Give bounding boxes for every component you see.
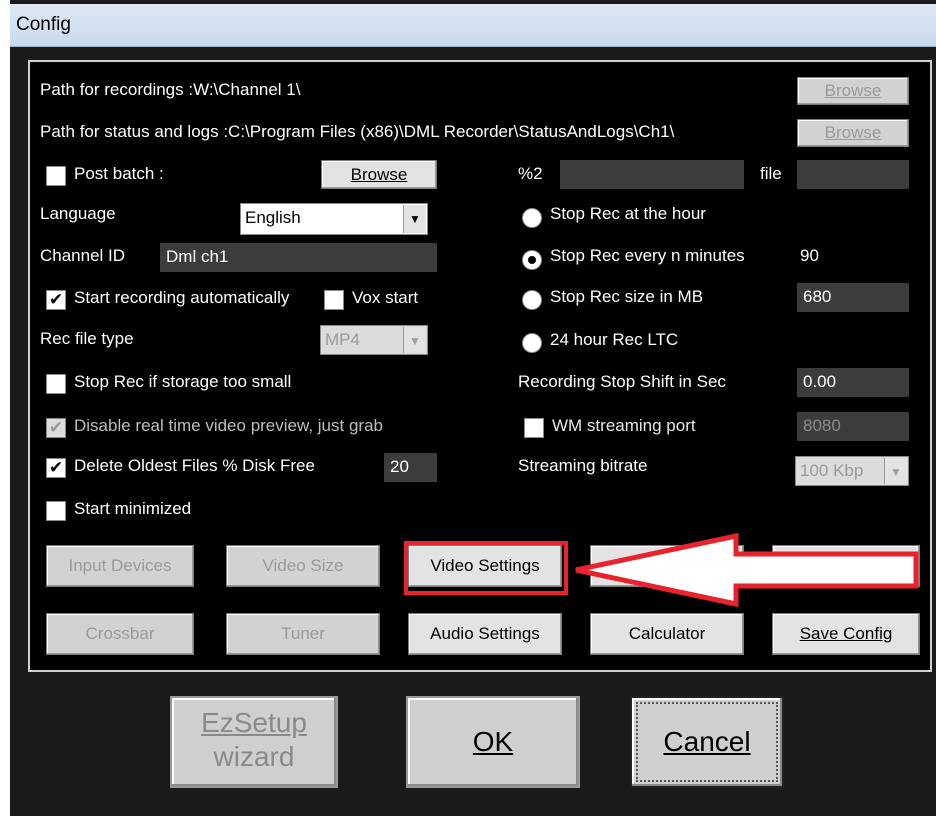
cancel-button[interactable]: Cancel xyxy=(630,696,784,788)
recordings-browse-button[interactable]: Browse xyxy=(797,77,909,105)
highlight-box xyxy=(404,541,568,595)
pct2-label: %2 xyxy=(518,160,554,188)
ezsetup-wizard-button[interactable]: EzSetup wizard xyxy=(170,696,338,788)
stop-size-radio[interactable] xyxy=(522,290,542,310)
stop-at-hour-radio[interactable] xyxy=(522,208,542,228)
start-minimized-checkbox[interactable] xyxy=(46,501,66,521)
wm-port-label: WM streaming port xyxy=(552,412,782,440)
recordings-path-label: Path for recordings :W:\Channel 1\ xyxy=(40,76,786,104)
stop-at-hour-label: Stop Rec at the hour xyxy=(550,200,782,228)
stop-shift-field[interactable]: 0.00 xyxy=(797,368,909,397)
rec-ltc-label: 24 hour Rec LTC xyxy=(550,326,782,354)
input-devices-button[interactable]: Input Devices xyxy=(46,545,194,587)
chevron-down-icon: ▼ xyxy=(403,205,426,233)
save-config-button[interactable]: Save Config xyxy=(772,613,920,655)
streaming-bitrate-label: Streaming bitrate xyxy=(518,452,782,480)
delete-oldest-percent-field[interactable]: 20 xyxy=(384,453,437,482)
delete-oldest-checkbox[interactable]: ✔ xyxy=(46,458,66,478)
language-select[interactable]: English ▼ xyxy=(240,203,428,235)
streaming-bitrate-value: 100 Kbp xyxy=(800,461,864,480)
vox-start-label: Vox start xyxy=(352,284,436,312)
stop-shift-label: Recording Stop Shift in Sec xyxy=(518,368,782,396)
ok-button[interactable]: OK xyxy=(406,696,580,788)
file-label: file xyxy=(760,160,788,188)
delete-oldest-label: Delete Oldest Files % Disk Free xyxy=(74,452,374,480)
video-size-button[interactable]: Video Size xyxy=(226,545,380,587)
streaming-bitrate-select[interactable]: 100 Kbp ▼ xyxy=(795,456,909,486)
title-bar: Config xyxy=(10,4,936,47)
status-browse-button[interactable]: Browse xyxy=(797,119,909,147)
pct2-field[interactable] xyxy=(560,160,744,189)
post-batch-browse-button[interactable]: Browse xyxy=(321,160,437,189)
language-value: English xyxy=(245,208,301,227)
stop-every-n-min-label: Stop Rec every n minutes xyxy=(550,242,782,270)
audio-settings-button[interactable]: Audio Settings xyxy=(408,613,562,655)
post-batch-checkbox[interactable] xyxy=(46,166,66,186)
vox-start-checkbox[interactable] xyxy=(324,290,344,310)
rec-ltc-radio[interactable] xyxy=(522,333,542,353)
chevron-down-icon: ▼ xyxy=(403,327,426,353)
disable-preview-label: Disable real time video preview, just gr… xyxy=(74,412,436,440)
ezsetup-line2: wizard xyxy=(213,741,295,772)
rec-file-type-value: MP4 xyxy=(325,330,360,349)
disable-preview-checkbox[interactable]: ✔ xyxy=(46,418,66,438)
wm-port-field[interactable]: 8080 xyxy=(797,412,909,441)
stop-size-field[interactable]: 680 xyxy=(797,283,909,312)
stop-rec-storage-checkbox[interactable] xyxy=(46,374,66,394)
channel-id-field[interactable]: Dml ch1 xyxy=(160,243,437,272)
wm-port-checkbox[interactable] xyxy=(524,418,544,438)
rec-file-type-label: Rec file type xyxy=(40,325,300,353)
annotation-arrow-icon xyxy=(575,532,919,608)
start-minimized-label: Start minimized xyxy=(74,495,204,523)
status-path-label: Path for status and logs :C:\Program Fil… xyxy=(40,118,786,146)
language-label: Language xyxy=(40,200,225,228)
post-batch-label: Post batch : xyxy=(74,160,304,188)
start-rec-auto-label: Start recording automatically xyxy=(74,284,310,312)
chevron-down-icon: ▼ xyxy=(884,458,907,484)
stop-size-label: Stop Rec size in MB xyxy=(550,283,782,311)
window-title: Config xyxy=(16,14,71,35)
file-field[interactable] xyxy=(797,160,909,189)
ezsetup-line1: EzSetup xyxy=(201,707,307,738)
stop-rec-storage-label: Stop Rec if storage too small xyxy=(74,368,436,396)
start-rec-auto-checkbox[interactable]: ✔ xyxy=(46,290,66,310)
calculator-button[interactable]: Calculator xyxy=(590,613,744,655)
tuner-button[interactable]: Tuner xyxy=(226,613,380,655)
crossbar-button[interactable]: Crossbar xyxy=(46,613,194,655)
channel-id-label: Channel ID xyxy=(40,242,155,270)
stop-every-n-min-value[interactable]: 90 xyxy=(800,242,900,270)
rec-file-type-select[interactable]: MP4 ▼ xyxy=(320,325,428,355)
stop-every-n-min-radio[interactable] xyxy=(522,250,542,270)
